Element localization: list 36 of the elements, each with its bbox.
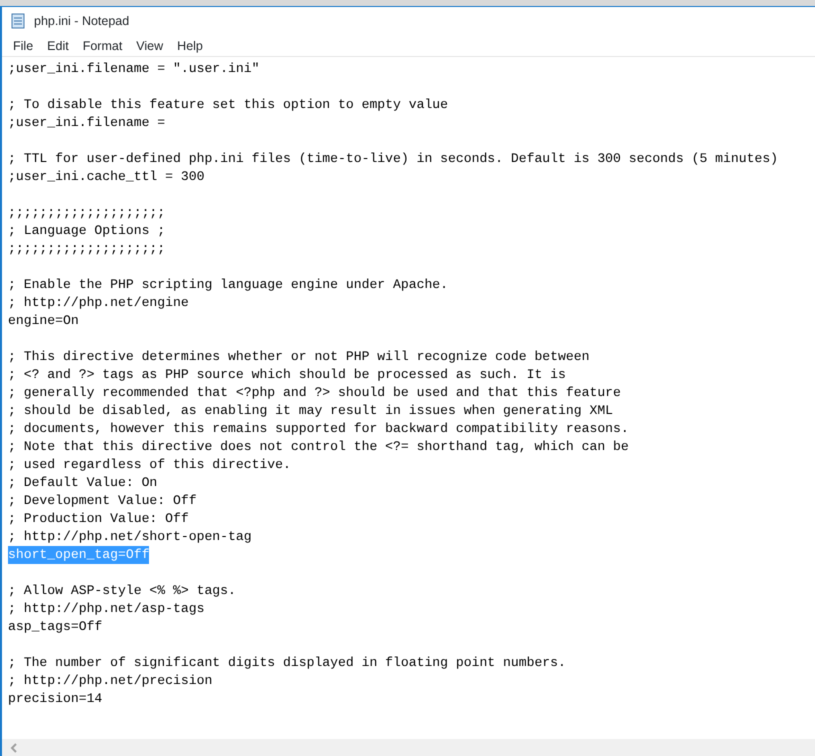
- text-line: ; http://php.net/asp-tags: [8, 600, 204, 618]
- window-title: php.ini - Notepad: [34, 12, 130, 30]
- text-line: ; Production Value: Off: [8, 510, 189, 528]
- text-line: ; generally recommended that <?php and ?> should be used and that this feature: [8, 384, 621, 402]
- notepad-icon: [10, 13, 26, 29]
- text-line: ; To disable this feature set this option to empty value: [8, 96, 448, 114]
- menu-item[interactable]: File: [6, 35, 40, 56]
- text-line: ; TTL for user-defined php.ini files (time-to-live) in seconds. Default is 300 seconds (5 minutes): [8, 150, 778, 168]
- text-line: ;;;;;;;;;;;;;;;;;;;;: [8, 204, 166, 222]
- text-line: ;user_ini.filename =: [8, 114, 166, 132]
- text-line: ; Default Value: On: [8, 474, 158, 492]
- text-line: ; This directive determines whether or not PHP will recognize code between: [8, 348, 590, 366]
- text-line: ; Allow ASP-style <% %> tags.: [8, 582, 236, 600]
- text-line: ; http://php.net/precision: [8, 672, 212, 690]
- text-line: ; <? and ?> tags as PHP source which should be processed as such. It is: [8, 366, 566, 384]
- text-line: ;user_ini.cache_ttl = 300: [8, 168, 204, 186]
- text-line: asp_tags=Off: [8, 618, 102, 636]
- text-line: ; Enable the PHP scripting language engine under Apache.: [8, 276, 448, 294]
- text-line: ; documents, however this remains supported for backward compatibility reasons.: [8, 420, 629, 438]
- menu-item[interactable]: Edit: [40, 35, 76, 56]
- text-line: ; Development Value: Off: [8, 492, 197, 510]
- text-line: ; should be disabled, as enabling it may result in issues when generating XML: [8, 402, 614, 420]
- menu-item[interactable]: Format: [76, 35, 130, 56]
- text-line: ; used regardless of this directive.: [8, 456, 291, 474]
- text-line: ;;;;;;;;;;;;;;;;;;;;: [8, 240, 166, 258]
- menu-item[interactable]: View: [129, 35, 170, 56]
- text-line: ;user_ini.filename = ".user.ini": [8, 60, 260, 78]
- text-line: ; Language Options ;: [8, 222, 166, 240]
- text-line: ; http://php.net/engine: [8, 294, 189, 312]
- text-line: ; The number of significant digits displayed in floating point numbers.: [8, 654, 566, 672]
- text-line: ; http://php.net/short-open-tag: [8, 528, 252, 546]
- text-line: engine=On: [8, 312, 79, 330]
- scroll-left-icon[interactable]: [10, 742, 18, 752]
- menu-item[interactable]: Help: [170, 35, 210, 56]
- text-line: precision=14: [8, 690, 102, 708]
- text-line: ; Note that this directive does not control the <?= shorthand tag, which can be: [8, 438, 629, 456]
